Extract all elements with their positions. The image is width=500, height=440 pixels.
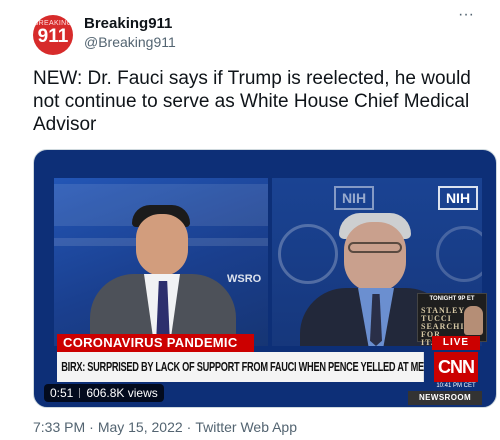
tweet-source[interactable]: Twitter Web App — [195, 419, 297, 435]
broadcast-clock: 10:41 PM CET — [436, 383, 476, 389]
author-handle[interactable]: @Breaking911 — [84, 34, 176, 50]
tweet-header: BREAKING 911 Breaking911 @Breaking911 ··… — [33, 7, 474, 56]
video-player[interactable]: WSRO NIH NIH TONIGHT 9P ET STANLEY TUCCI… — [33, 149, 497, 408]
hhs-emblem-icon — [278, 224, 338, 284]
video-meta-badge: 0:51 606.8K views — [44, 384, 164, 402]
nih-logo-faded: NIH — [334, 186, 374, 210]
meta-divider — [79, 388, 81, 398]
tweet-text: NEW: Dr. Fauci says if Trump is reelecte… — [33, 68, 471, 135]
avatar[interactable]: BREAKING 911 — [33, 15, 73, 55]
program-name: NEWSROOM — [408, 391, 482, 405]
tweet-date[interactable]: May 15, 2022 — [98, 419, 183, 435]
video-duration: 0:51 — [50, 386, 74, 400]
hhs-emblem-icon — [436, 226, 482, 282]
chyron-headline: BIRX: SURPRISED BY LACK OF SUPPORT FROM … — [57, 352, 424, 382]
nih-logo: NIH — [438, 186, 478, 210]
cnn-logo: CNN — [434, 352, 478, 382]
live-badge: LIVE — [432, 336, 480, 350]
chyron-topic: CORONAVIRUS PANDEMIC — [57, 334, 254, 352]
guest-glasses — [348, 242, 402, 253]
video-left-panel: WSRO — [54, 178, 268, 346]
avatar-number: 911 — [37, 26, 69, 47]
guest-face — [344, 222, 406, 292]
footer-separator: · — [186, 419, 192, 435]
author-name[interactable]: Breaking911 — [84, 15, 172, 32]
tweet-footer: 7:33 PM · May 15, 2022 · Twitter Web App — [33, 419, 297, 435]
show-promo: TONIGHT 9P ET STANLEY TUCCI SEARCHING FO… — [417, 293, 487, 347]
studio-wall-text: WSRO — [227, 273, 262, 285]
anchor-face — [136, 214, 188, 276]
tweet-time[interactable]: 7:33 PM — [33, 419, 85, 435]
footer-separator: · — [89, 419, 94, 435]
video-views: 606.8K views — [86, 386, 158, 400]
promo-label: TONIGHT 9P ET — [429, 296, 475, 302]
more-options-icon[interactable]: ··· — [454, 7, 478, 26]
promo-host-face — [464, 306, 483, 335]
